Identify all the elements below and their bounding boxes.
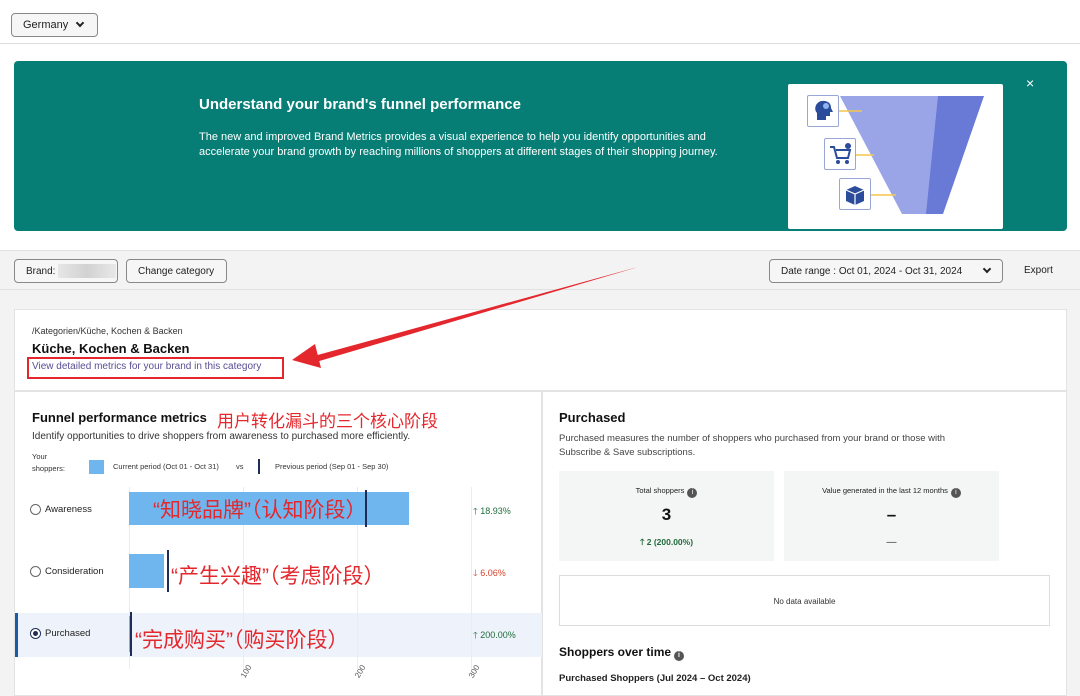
value-generated-value: –: [886, 505, 897, 524]
stage-change: 🡑 18.93%: [473, 504, 511, 520]
total-shoppers-label: Total shoppers: [635, 486, 685, 495]
cart-icon: [824, 138, 856, 170]
box-icon: [839, 178, 871, 210]
info-icon[interactable]: i: [950, 488, 961, 498]
purchased-description: Purchased measures the number of shopper…: [559, 433, 946, 458]
top-bar: Germany: [0, 0, 1080, 44]
funnel-subtitle: Identify opportunities to drive shoppers…: [32, 431, 411, 442]
date-range-label: Date range : Oct 01, 2024 - Oct 31, 2024: [781, 265, 963, 277]
stage-change: 🡓 6.06%: [473, 566, 506, 582]
total-shoppers-change-value: 2 (200.00%): [646, 537, 694, 547]
stage-annotation: “产生兴趣”（考虑阶段）: [171, 565, 385, 588]
funnel-title: Funnel performance metrics: [32, 410, 207, 425]
previous-marker: [130, 612, 133, 656]
stage-label: Purchased: [45, 628, 91, 639]
banner-title: Understand your brand's funnel performan…: [199, 96, 521, 113]
change-category-button[interactable]: Change category: [126, 259, 227, 283]
legend-label: Your shoppers:: [32, 451, 65, 475]
arrow-down-icon: 🡓: [473, 568, 478, 578]
funnel-illustration: [788, 84, 1003, 229]
shoppers-over-time-title: Shoppers over time i: [559, 645, 685, 661]
legend-label-line-2: shoppers:: [32, 464, 65, 473]
arrow-up-icon: 🡑: [639, 537, 645, 547]
arrow-up-icon: 🡑: [473, 506, 478, 516]
total-shoppers-tile: Total shoppers i 3 🡑 2 (200.00%): [559, 471, 774, 561]
banner-text: The new and improved Brand Metrics provi…: [199, 131, 718, 158]
country-dropdown[interactable]: Germany: [11, 13, 98, 37]
chevron-down-icon: [75, 18, 85, 28]
value-generated-heading: Value generated in the last 12 months i: [784, 486, 999, 498]
value-generated-label: Value generated in the last 12 months: [822, 486, 948, 495]
value-generated-tile: Value generated in the last 12 months i –…: [784, 471, 999, 561]
no-data-panel: No data available: [559, 575, 1050, 626]
purchased-title: Purchased: [559, 410, 626, 425]
arrow-up-icon: 🡑: [473, 630, 478, 640]
total-shoppers-heading: Total shoppers i: [559, 486, 774, 498]
total-shoppers-change: 🡑 2 (200.00%): [559, 537, 774, 551]
page: Germany Understand your brand's funnel p…: [0, 0, 1080, 696]
category-title: Küche, Kochen & Backen: [32, 341, 190, 356]
stage-label: Consideration: [45, 566, 104, 577]
stage-change-value: 6.06%: [480, 568, 506, 578]
date-range-dropdown[interactable]: Date range : Oct 01, 2024 - Oct 31, 2024: [769, 259, 1003, 283]
stage-change: 🡑 200.00%: [473, 628, 516, 644]
breadcrumb[interactable]: /Kategorien/Küche, Kochen & Backen: [32, 326, 183, 336]
funnel-card: Funnel performance metrics 用户转化漏斗的三个核心阶段…: [14, 391, 542, 696]
stage-change-value: 200.00%: [480, 630, 516, 640]
info-icon[interactable]: i: [674, 651, 685, 661]
highlight-box: [27, 357, 284, 379]
info-banner: Understand your brand's funnel performan…: [14, 61, 1067, 231]
purchased-card: Purchased Purchased measures the number …: [542, 391, 1067, 696]
legend-vs: vs: [236, 462, 244, 471]
brand-label: Brand:: [26, 265, 56, 277]
legend-current: Current period (Oct 01 - Oct 31): [113, 462, 219, 471]
stage-radio[interactable]: [30, 504, 41, 515]
chevron-down-icon: [982, 264, 992, 274]
stage-annotation: “完成购买”（购买阶段）: [135, 629, 349, 652]
export-link[interactable]: Export: [1024, 265, 1053, 276]
brand-selector[interactable]: Brand:: [14, 259, 118, 283]
shoppers-over-time-label: Shoppers over time: [559, 645, 672, 659]
legend-previous-marker: [258, 459, 260, 474]
stage-change-value: 18.93%: [480, 506, 511, 516]
x-tick-label: 300: [467, 663, 482, 680]
x-tick-label: 100: [239, 663, 254, 680]
legend-label-line-1: Your: [32, 452, 48, 461]
stage-radio[interactable]: [30, 566, 41, 577]
head-icon: [807, 95, 839, 127]
banner-section: Understand your brand's funnel performan…: [0, 44, 1080, 250]
filter-toolbar: Brand: Change category Date range : Oct …: [0, 250, 1080, 290]
previous-marker: [166, 550, 169, 592]
stage-annotation: “知晓品牌”（认知阶段）: [153, 499, 367, 522]
x-tick-label: 200: [353, 663, 368, 680]
close-icon[interactable]: ×: [1026, 75, 1034, 91]
change-category-label: Change category: [138, 265, 215, 277]
current-bar: [129, 554, 165, 588]
stage-label: Awareness: [45, 504, 92, 515]
funnel-annotation-title: 用户转化漏斗的三个核心阶段: [217, 412, 438, 431]
gridline: [471, 487, 472, 669]
legend-current-swatch: [89, 460, 104, 474]
total-shoppers-value: 3: [661, 505, 672, 524]
stage-radio[interactable]: [30, 628, 41, 639]
info-icon[interactable]: i: [687, 488, 698, 498]
country-label: Germany: [23, 19, 69, 31]
shoppers-over-time-subtitle: Purchased Shoppers (Jul 2024 – Oct 2024): [559, 673, 751, 684]
no-data-text: No data available: [773, 597, 836, 606]
brand-value-redacted: [58, 264, 117, 278]
legend-previous: Previous period (Sep 01 - Sep 30): [275, 462, 389, 471]
value-generated-change: —: [886, 537, 897, 548]
